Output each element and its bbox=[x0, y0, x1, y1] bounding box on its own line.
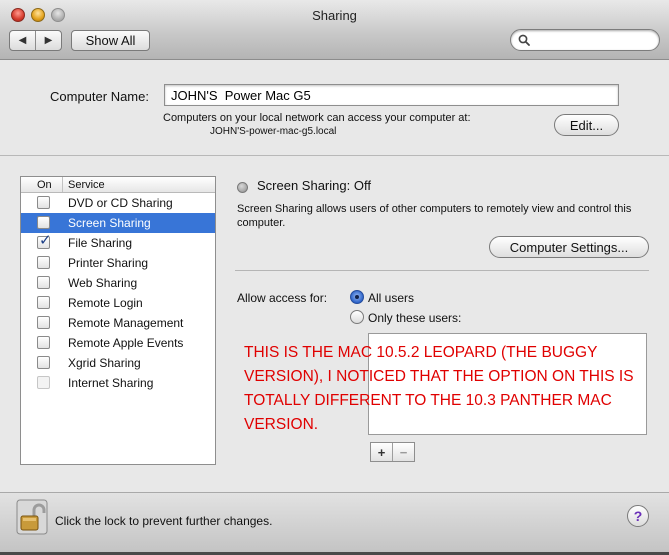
service-name: Screen Sharing bbox=[68, 216, 151, 230]
service-name: Web Sharing bbox=[68, 276, 138, 290]
lock-icon[interactable] bbox=[16, 499, 48, 535]
service-row[interactable]: Web Sharing bbox=[21, 273, 215, 293]
help-icon: ? bbox=[633, 508, 643, 524]
add-user-button[interactable]: + bbox=[371, 443, 392, 461]
back-arrow-icon: ◀ bbox=[18, 35, 27, 46]
nav-button-group: ◀ ▶ bbox=[9, 30, 62, 51]
all-users-radio[interactable] bbox=[350, 290, 364, 304]
section-divider bbox=[235, 270, 649, 271]
forward-button[interactable]: ▶ bbox=[35, 31, 61, 50]
service-name: Remote Management bbox=[68, 316, 184, 330]
service-row[interactable]: Screen Sharing bbox=[21, 213, 215, 233]
computer-settings-button[interactable]: Computer Settings... bbox=[489, 236, 649, 258]
annotation-text: THIS IS THE MAC 10.5.2 LEOPARD (THE BUGG… bbox=[244, 344, 634, 433]
computer-hostname: JOHN'S-power-mac-g5.local bbox=[210, 126, 337, 137]
service-status: Screen Sharing: Off bbox=[257, 178, 371, 193]
show-all-button[interactable]: Show All bbox=[71, 30, 150, 51]
service-checkbox[interactable] bbox=[37, 356, 50, 369]
service-name: Remote Login bbox=[68, 296, 143, 310]
service-name: Xgrid Sharing bbox=[68, 356, 141, 370]
service-list-header: On Service bbox=[21, 177, 215, 193]
sharing-window: Sharing ◀ ▶ Show All Computer Name: Comp… bbox=[0, 0, 669, 555]
service-checkbox[interactable] bbox=[37, 276, 50, 289]
service-name: DVD or CD Sharing bbox=[68, 196, 173, 210]
edit-hostname-button[interactable]: Edit... bbox=[554, 114, 619, 136]
service-name: Remote Apple Events bbox=[68, 336, 184, 350]
search-input[interactable] bbox=[533, 32, 653, 48]
all-users-label[interactable]: All users bbox=[368, 291, 414, 305]
computer-name-input[interactable] bbox=[164, 84, 619, 106]
user-add-remove-control: + − bbox=[370, 442, 415, 462]
computer-name-section: Computer Name: Computers on your local n… bbox=[0, 61, 669, 156]
column-header-on[interactable]: On bbox=[21, 177, 63, 192]
window-title: Sharing bbox=[312, 8, 357, 23]
service-checkbox[interactable] bbox=[37, 216, 50, 229]
service-rows: DVD or CD Sharing Screen Sharing ✓ File Sha… bbox=[21, 193, 215, 393]
service-checkbox[interactable] bbox=[37, 316, 50, 329]
service-row[interactable]: DVD or CD Sharing bbox=[21, 193, 215, 213]
service-name: Printer Sharing bbox=[68, 256, 149, 270]
service-row[interactable]: Xgrid Sharing bbox=[21, 353, 215, 373]
service-name: File Sharing bbox=[68, 236, 133, 250]
remove-user-button[interactable]: − bbox=[392, 443, 414, 461]
title-toolbar: Sharing ◀ ▶ Show All bbox=[0, 0, 669, 60]
help-button[interactable]: ? bbox=[627, 505, 649, 527]
service-checkbox bbox=[37, 376, 50, 389]
status-indicator-icon bbox=[237, 182, 248, 193]
service-row[interactable]: Remote Management bbox=[21, 313, 215, 333]
search-icon bbox=[518, 34, 530, 46]
service-checkbox[interactable] bbox=[37, 256, 50, 269]
search-field[interactable] bbox=[510, 29, 660, 51]
service-row[interactable]: Printer Sharing bbox=[21, 253, 215, 273]
only-these-users-radio[interactable] bbox=[350, 310, 364, 324]
service-checkbox[interactable] bbox=[37, 296, 50, 309]
service-checkbox[interactable] bbox=[37, 336, 50, 349]
computer-address-description: Computers on your local network can acce… bbox=[163, 112, 471, 124]
forward-arrow-icon: ▶ bbox=[44, 35, 53, 46]
lock-message: Click the lock to prevent further change… bbox=[55, 514, 273, 528]
service-row[interactable]: Remote Apple Events bbox=[21, 333, 215, 353]
service-checkbox[interactable]: ✓ bbox=[37, 232, 52, 249]
back-button[interactable]: ◀ bbox=[10, 31, 35, 50]
service-list: On Service DVD or CD Sharing Screen Shari… bbox=[20, 176, 216, 465]
computer-address-info: Computers on your local network can acce… bbox=[163, 111, 471, 139]
service-row[interactable]: ✓ File Sharing bbox=[21, 233, 215, 253]
column-header-service[interactable]: Service bbox=[63, 177, 105, 192]
checkmark-icon: ✓ bbox=[39, 232, 52, 249]
allow-access-label: Allow access for: bbox=[237, 291, 328, 305]
service-row[interactable]: Internet Sharing bbox=[21, 373, 215, 393]
service-row[interactable]: Remote Login bbox=[21, 293, 215, 313]
computer-name-label: Computer Name: bbox=[50, 89, 149, 104]
service-checkbox[interactable] bbox=[37, 196, 50, 209]
only-these-users-label[interactable]: Only these users: bbox=[368, 311, 461, 325]
service-name: Internet Sharing bbox=[68, 376, 154, 390]
service-description: Screen Sharing allows users of other com… bbox=[237, 203, 632, 229]
